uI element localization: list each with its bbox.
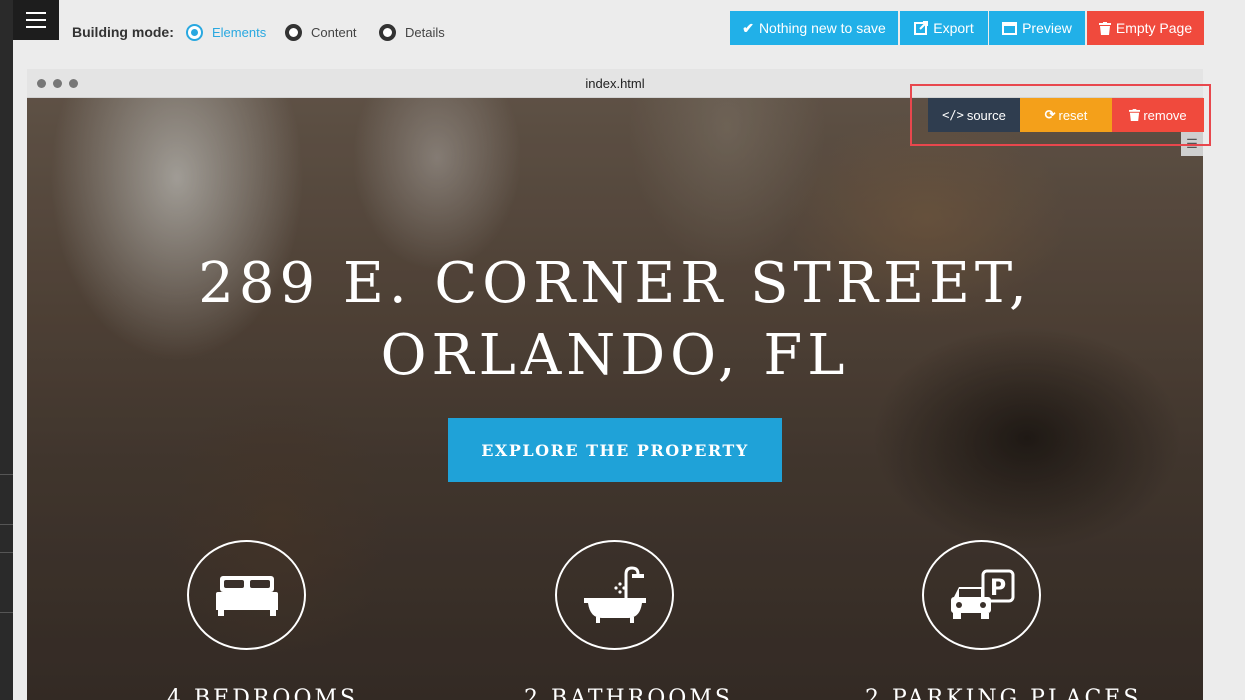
feature-bedrooms-label: 4 BEDROOMS bbox=[167, 686, 359, 700]
code-icon: </> bbox=[942, 108, 964, 122]
empty-page-button[interactable]: Empty Page bbox=[1087, 11, 1204, 45]
empty-page-button-label: Empty Page bbox=[1115, 20, 1193, 36]
mode-content-label: Content bbox=[311, 25, 357, 40]
feature-bathrooms-label: 2 BATHROOMS bbox=[524, 686, 733, 700]
browser-frame-bar: index.html bbox=[27, 69, 1203, 98]
reset-button-label: reset bbox=[1058, 107, 1088, 123]
explore-property-button[interactable]: EXPLORE THE PROPERTY bbox=[448, 418, 782, 482]
window-icon bbox=[1002, 21, 1018, 35]
drag-handle-icon[interactable]: ☰ bbox=[1181, 132, 1203, 156]
hero-title-line2: ORLANDO, FL bbox=[380, 323, 850, 388]
mode-details-label: Details bbox=[405, 25, 445, 40]
trash-icon bbox=[1098, 21, 1111, 35]
bathtub-icon bbox=[555, 540, 674, 650]
frame-title: index.html bbox=[585, 76, 645, 91]
export-button[interactable]: Export bbox=[900, 11, 988, 45]
page-canvas-hero[interactable]: 289 E. CORNER STREET, ORLANDO, FL EXPLOR… bbox=[27, 98, 1203, 700]
save-button-label: Nothing new to save bbox=[758, 20, 886, 36]
reset-button[interactable]: ⟳ reset bbox=[1020, 98, 1112, 132]
svg-text:P: P bbox=[989, 576, 1005, 601]
source-button[interactable]: </> source bbox=[928, 98, 1020, 132]
check-icon: ✔ bbox=[742, 19, 754, 36]
parking-car-icon: P bbox=[922, 540, 1041, 650]
trash-icon bbox=[1129, 109, 1141, 121]
radio-icon bbox=[379, 24, 396, 41]
hero-title[interactable]: 289 E. CORNER STREET, ORLANDO, FL bbox=[27, 248, 1203, 392]
preview-button[interactable]: Preview bbox=[989, 11, 1085, 45]
hamburger-icon[interactable] bbox=[13, 0, 59, 40]
refresh-icon: ⟳ bbox=[1044, 107, 1056, 122]
hero-title-line1: 289 E. CORNER STREET, bbox=[198, 251, 1032, 316]
building-mode-label: Building mode: bbox=[72, 24, 174, 40]
export-button-label: Export bbox=[933, 20, 974, 36]
left-sidebar-strip bbox=[0, 0, 13, 700]
mode-elements-label: Elements bbox=[212, 25, 267, 40]
radio-selected-icon bbox=[186, 24, 203, 41]
remove-button[interactable]: remove bbox=[1112, 98, 1204, 132]
source-button-label: source bbox=[966, 107, 1006, 123]
remove-button-label: remove bbox=[1143, 107, 1187, 123]
feature-parking-label: 2 PARKING PLACES bbox=[865, 686, 1142, 700]
preview-button-label: Preview bbox=[1022, 20, 1072, 36]
bed-icon bbox=[187, 540, 306, 650]
external-link-icon bbox=[914, 21, 929, 35]
radio-icon bbox=[285, 24, 302, 41]
save-button[interactable]: ✔ Nothing new to save bbox=[730, 11, 898, 45]
